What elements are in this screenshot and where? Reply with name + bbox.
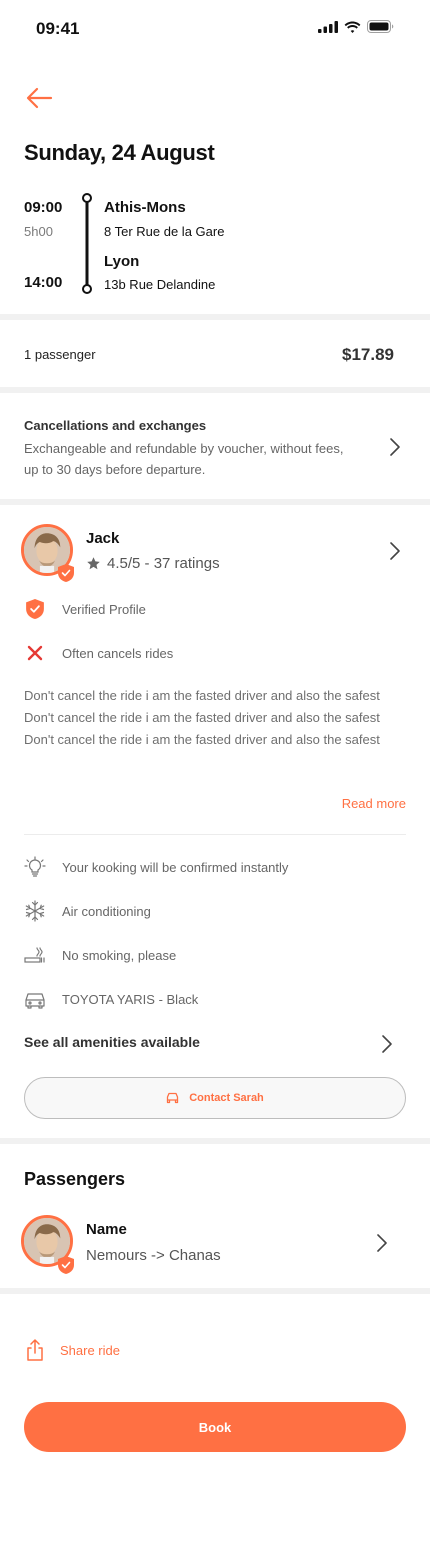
- destination-address: 13b Rue Delandine: [104, 277, 216, 292]
- cancels-warning-row: Often cancels rides: [24, 642, 173, 664]
- section-divider: [0, 1288, 430, 1294]
- section-divider: [0, 1138, 430, 1144]
- route-timeline: [82, 193, 92, 294]
- price: $17.89: [342, 345, 394, 364]
- rating-text: 4.5/5 - 37 ratings: [107, 555, 220, 572]
- snowflake-icon: [24, 900, 46, 922]
- amenity-item: Your kooking will be confirmed instantly: [24, 856, 288, 878]
- section-divider: [0, 387, 430, 393]
- read-more-link[interactable]: Read more: [342, 796, 406, 811]
- destination-city: Lyon: [104, 253, 140, 270]
- divider: [24, 834, 406, 835]
- car-icon: [24, 988, 46, 1010]
- verified-profile-row: Verified Profile: [24, 598, 146, 620]
- departure-time: 09:00: [24, 199, 63, 216]
- driver-name: Jack: [86, 530, 120, 547]
- amenity-label: TOYOTA YARIS - Black: [62, 991, 199, 1007]
- signal-icon: [318, 20, 338, 33]
- status-icons: [318, 20, 394, 33]
- share-ride-label: Share ride: [60, 1342, 120, 1358]
- passenger-count: 1 passenger: [24, 347, 96, 362]
- amenity-label: Air conditioning: [62, 903, 151, 919]
- share-icon: [27, 1339, 43, 1361]
- trip-duration: 5h00: [24, 224, 53, 239]
- amenity-item: TOYOTA YARIS - Black: [24, 988, 198, 1010]
- cross-icon: [24, 642, 46, 664]
- section-divider: [0, 499, 430, 505]
- shield-check-icon: [24, 598, 46, 620]
- amenity-label: No smoking, please: [62, 947, 177, 963]
- verified-badge-icon: [58, 1256, 74, 1274]
- wifi-icon: [344, 21, 361, 33]
- battery-icon: [367, 20, 394, 33]
- amenity-item: Air conditioning: [24, 900, 151, 922]
- book-button[interactable]: Book: [24, 1402, 406, 1452]
- chevron-right-icon[interactable]: [375, 1233, 389, 1253]
- chevron-right-icon[interactable]: [380, 1034, 394, 1054]
- share-ride-button[interactable]: Share ride: [24, 1339, 120, 1361]
- amenity-label: Your kooking will be confirmed instantly: [62, 859, 289, 875]
- contact-button[interactable]: Contact Sarah: [24, 1077, 406, 1119]
- car-front-icon: [167, 1092, 179, 1104]
- cancels-warning-label: Often cancels rides: [62, 645, 174, 661]
- amenity-item: No smoking, please: [24, 944, 176, 966]
- verified-profile-label: Verified Profile: [62, 601, 146, 617]
- driver-bio: Don't cancel the ride i am the fasted dr…: [24, 688, 380, 747]
- cancellation-description: Exchangeable and refundable by voucher, …: [24, 441, 344, 477]
- see-all-amenities-link[interactable]: See all amenities available: [24, 1034, 200, 1050]
- status-time: 09:41: [36, 19, 80, 38]
- section-divider: [0, 314, 430, 320]
- origin-address: 8 Ter Rue de la Gare: [104, 224, 225, 239]
- passenger-route: Nemours -> Chanas: [86, 1247, 221, 1264]
- origin-city: Athis-Mons: [104, 199, 186, 216]
- star-icon: [87, 557, 100, 570]
- passengers-title: Passengers: [24, 1169, 126, 1189]
- passenger-name: Name: [86, 1221, 127, 1238]
- chevron-right-icon[interactable]: [388, 437, 402, 457]
- trip-date-title: Sunday, 24 August: [24, 140, 215, 165]
- verified-badge-icon: [58, 564, 74, 582]
- chevron-right-icon[interactable]: [388, 541, 402, 561]
- back-arrow-icon[interactable]: [24, 84, 54, 112]
- contact-button-label: Contact Sarah: [189, 1092, 264, 1104]
- cancellation-title: Cancellations and exchanges: [24, 418, 207, 433]
- lightbulb-icon: [24, 856, 46, 878]
- no-smoking-icon: [24, 944, 46, 966]
- arrival-time: 14:00: [24, 274, 63, 291]
- driver-rating: 4.5/5 - 37 ratings: [86, 555, 220, 572]
